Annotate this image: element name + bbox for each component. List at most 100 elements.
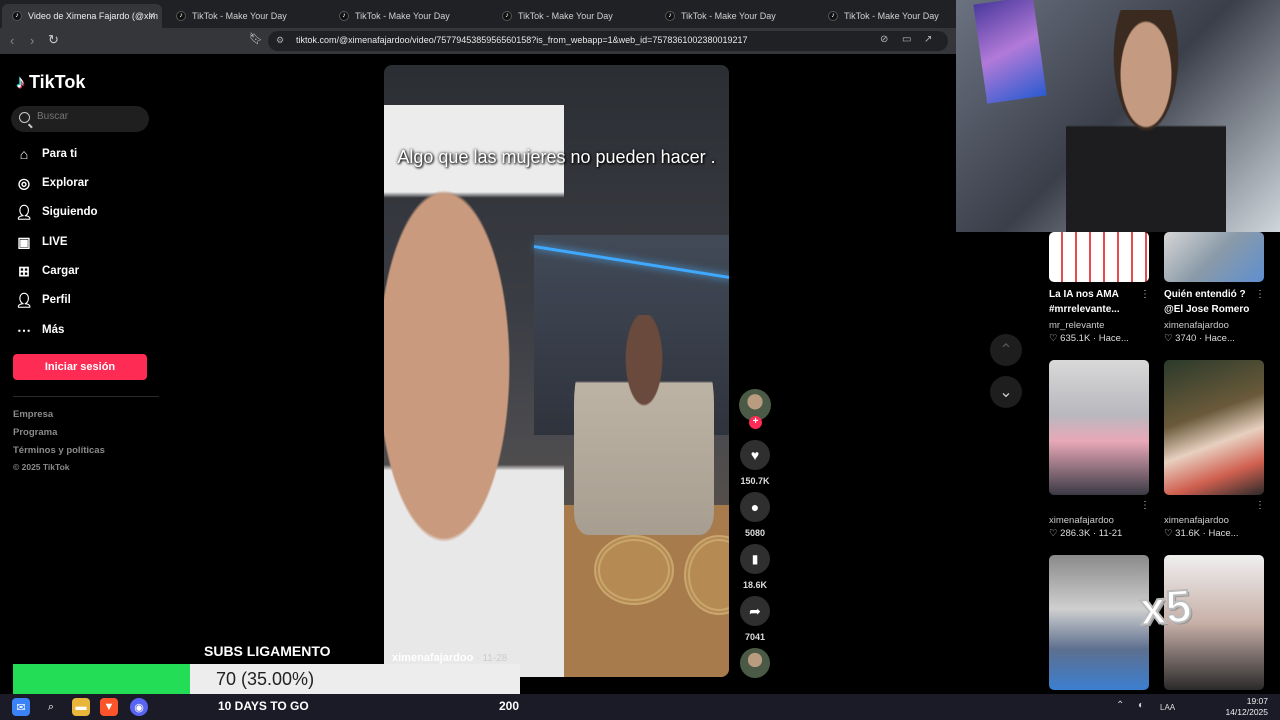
video-author-line[interactable]: ximenafajardoo · 11-28 (392, 652, 507, 664)
search-icon (19, 112, 30, 123)
heart-outline-icon: ♡ (1164, 333, 1173, 344)
footer-link-empresa[interactable]: Empresa (13, 409, 53, 420)
address-bar: ‹ › ↻ 🔖︎ ⚙ tiktok.com/@ximenafajardoo/vi… (0, 28, 956, 54)
tray-chevron-icon[interactable]: ⌃ (1116, 700, 1124, 711)
tab[interactable]: ♪ TikTok - Make Your Day (329, 4, 489, 28)
copyright: © 2025 TikTok (13, 462, 70, 472)
rec-likes: 31.6K (1175, 528, 1200, 539)
tab[interactable]: ♪ TikTok - Make Your Day (166, 4, 326, 28)
heart-outline-icon: ♡ (1049, 528, 1058, 539)
compass-icon: ◎ (17, 174, 31, 191)
site-settings-icon[interactable]: ⚙ (276, 35, 284, 46)
rec-author[interactable]: ximenafajardoo (1164, 515, 1229, 526)
rec-author[interactable]: ximenafajardoo (1049, 515, 1114, 526)
rec-author[interactable]: mr_relevante (1049, 320, 1104, 331)
footer-link-terminos[interactable]: Términos y políticas (13, 445, 105, 456)
rec-thumbnail[interactable] (1049, 360, 1149, 495)
share-button[interactable]: ➦ (740, 596, 770, 626)
tiktok-favicon-icon: ♪ (665, 11, 675, 21)
video-author[interactable]: ximenafajardoo (392, 652, 473, 664)
sidebar-item-label: Perfil (42, 294, 71, 306)
comment-button[interactable]: ● (740, 492, 770, 522)
tray-app-icon[interactable]: ◐ (1138, 700, 1144, 711)
login-button[interactable]: Iniciar sesión (13, 354, 147, 380)
rec-thumbnail[interactable] (1049, 555, 1149, 690)
more-options-icon[interactable]: ⋮ (1140, 289, 1150, 300)
footer-link-programa[interactable]: Programa (13, 427, 57, 438)
search-icon[interactable]: ⌕ (42, 698, 60, 716)
tab[interactable]: ♪ TikTok - Make Your Day (655, 4, 815, 28)
tiktok-favicon-icon: ♪ (12, 11, 22, 21)
heart-icon: ♥ (750, 447, 760, 463)
clock-time: 19:07 (1246, 696, 1268, 706)
save-button[interactable]: ▮ (740, 544, 770, 574)
tab[interactable]: ♪ TikTok - Make Your Day (818, 4, 956, 28)
video-player[interactable]: Algo que las mujeres no pueden hacer . x… (384, 65, 729, 677)
search-input[interactable] (37, 111, 137, 122)
tab[interactable]: ♪ TikTok - Make Your Day (492, 4, 652, 28)
system-clock[interactable]: 19:07 14/12/2025 (1225, 696, 1268, 718)
sidebar-item-live[interactable]: ▣ LIVE (16, 233, 67, 250)
sidebar-item-cargar[interactable]: ⊞ Cargar (16, 263, 79, 279)
rec-thumbnail[interactable] (1164, 232, 1264, 282)
sidebar-item-explorar[interactable]: ◎ Explorar (16, 175, 89, 191)
file-explorer-icon[interactable]: ▬ (72, 698, 90, 716)
discord-icon[interactable]: ◉ (130, 698, 148, 716)
music-disc-avatar[interactable] (740, 648, 770, 678)
outlook-icon[interactable]: ✉ (12, 698, 30, 716)
rec-likes: 635.1K (1060, 333, 1091, 344)
rec-author[interactable]: ximenafajardoo (1164, 320, 1229, 331)
sidebar-item-label: Para ti (42, 148, 78, 160)
upload-icon: ⊞ (18, 262, 30, 279)
previous-video-button[interactable]: ⌃ (990, 334, 1022, 366)
more-options-icon[interactable]: ⋮ (1140, 500, 1150, 511)
live-icon: ▣ (17, 233, 31, 250)
close-tab-icon[interactable]: ✕ (148, 11, 156, 22)
sidebar-item-perfil[interactable]: 👤︎ Perfil (15, 292, 71, 308)
search-box[interactable] (11, 106, 149, 132)
tab-label: TikTok - Make Your Day (355, 11, 450, 21)
rec-title[interactable]: La IA nos AMA #mrrelevante... (1049, 287, 1145, 317)
sidebar-item-label: Cargar (42, 265, 80, 277)
share-arrow-icon: ➦ (749, 602, 761, 619)
back-icon[interactable]: ‹ (10, 33, 14, 48)
tab-active[interactable]: ♪ Video de Ximena Fajardo (@xim ✕ (2, 4, 162, 28)
rec-thumbnail[interactable] (1164, 360, 1264, 495)
home-icon: ⌂ (19, 146, 29, 162)
browser-tab-bar: ♪ Video de Ximena Fajardo (@xim ✕ ♪ TikT… (0, 0, 956, 28)
follow-plus-icon[interactable]: + (749, 416, 762, 429)
sidebar-item-label: Explorar (42, 177, 89, 189)
days-to-go: 10 DAYS TO GO (218, 699, 309, 713)
bookmark-icon: ▮ (751, 552, 759, 566)
subs-progress-fill (13, 664, 191, 694)
rec-thumbnail[interactable] (1049, 232, 1149, 282)
like-count: 150.7K (740, 476, 770, 486)
no-sound-icon[interactable]: ⊘ (880, 34, 888, 45)
sidebar-item-mas[interactable]: ⋯ Más (16, 322, 64, 338)
rec-title[interactable]: Quién entendió ? @El Jose Romero (1164, 287, 1260, 317)
cast-icon[interactable]: ▭ (902, 34, 911, 45)
rec-date: Hace... (1098, 333, 1129, 344)
url-field[interactable]: ⚙ tiktok.com/@ximenafajardoo/video/75779… (268, 31, 948, 51)
next-video-button[interactable]: ⌄ (990, 376, 1022, 408)
forward-icon[interactable]: › (30, 33, 34, 48)
brave-browser-icon[interactable]: ▼ (100, 698, 118, 716)
language-indicator[interactable]: LAA (1160, 703, 1175, 712)
comment-icon: ● (750, 499, 760, 515)
clock-date: 14/12/2025 (1225, 707, 1268, 717)
comment-count: 5080 (744, 528, 766, 538)
webcam-overlay (956, 0, 1280, 232)
tiktok-favicon-icon: ♪ (176, 11, 186, 21)
sidebar-item-para-ti[interactable]: ⌂ Para ti (16, 146, 77, 162)
like-button[interactable]: ♥ (740, 440, 770, 470)
chevron-up-icon: ⌃ (999, 342, 1013, 359)
tiktok-logo[interactable]: ♪ TikTok (16, 72, 85, 93)
bookmark-icon[interactable]: 🔖︎ (249, 32, 263, 45)
webcam-poster (973, 0, 1047, 104)
more-options-icon[interactable]: ⋮ (1255, 500, 1265, 511)
more-options-icon[interactable]: ⋮ (1255, 289, 1265, 300)
share-icon[interactable]: ↗ (924, 34, 932, 45)
reload-icon[interactable]: ↻ (48, 32, 59, 48)
sidebar-item-siguiendo[interactable]: 👤︎ Siguiendo (15, 204, 97, 220)
multiplier-overlay: x5 (1137, 578, 1194, 635)
